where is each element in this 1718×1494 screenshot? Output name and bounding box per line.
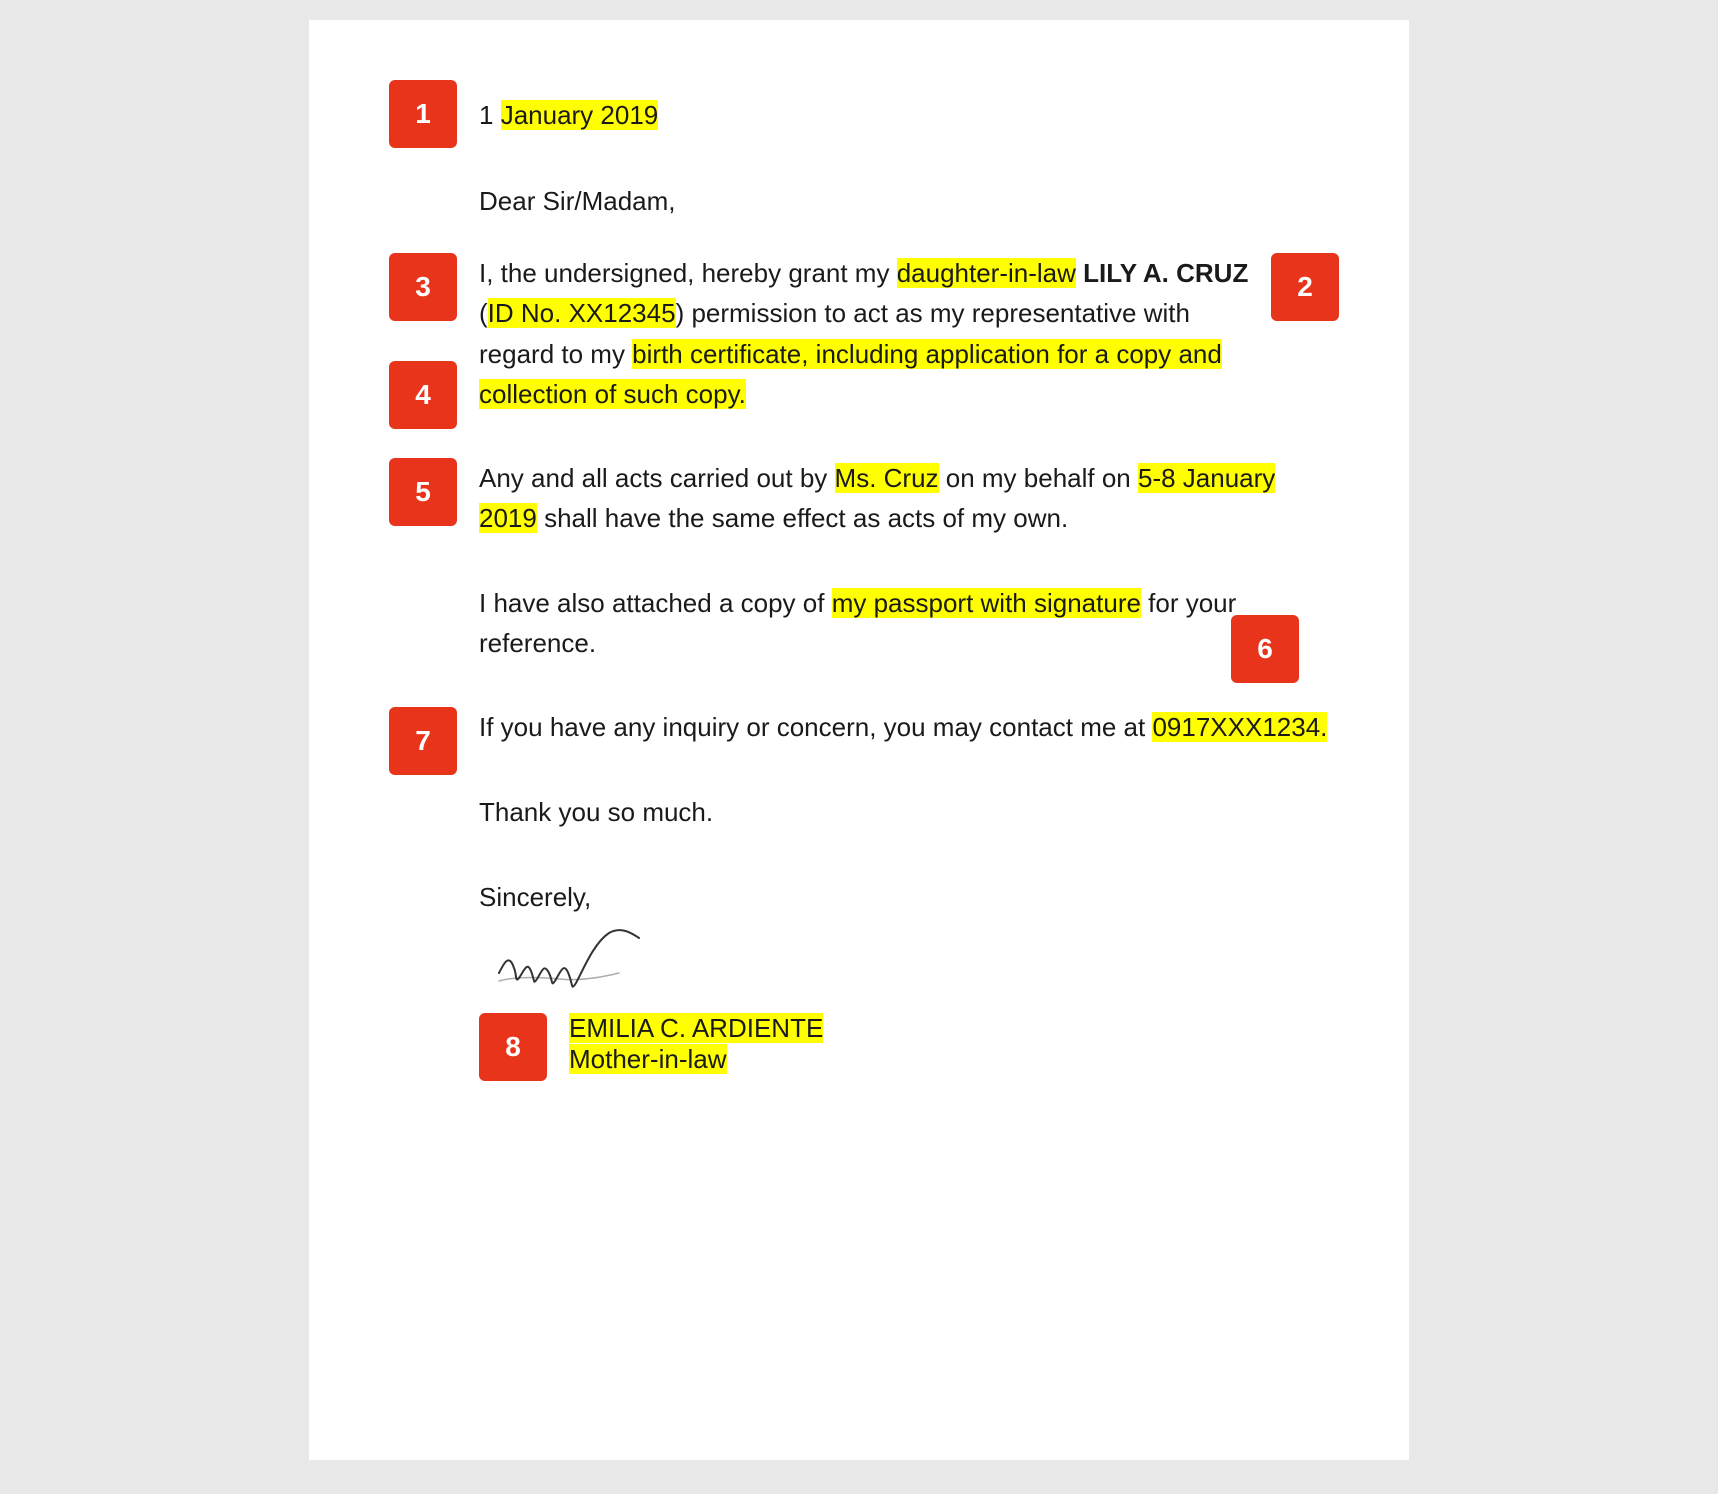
- badge-8: 8: [479, 1013, 547, 1081]
- date-text: 1 January 2019: [479, 100, 658, 131]
- letter-page: 1 1 January 2019 Dear Sir/Madam, 3 2 4 I…: [309, 20, 1409, 1460]
- paragraph3-section: 6 I have also attached a copy of my pass…: [389, 583, 1329, 664]
- representative-name: LILY A. CRUZ: [1083, 258, 1248, 288]
- badge-1: 1: [389, 80, 457, 148]
- highlight-passport: my passport with signature: [832, 588, 1141, 618]
- highlight-relationship: daughter-in-law: [897, 258, 1076, 288]
- badge-4: 4: [389, 361, 457, 429]
- badge-2: 2: [1271, 253, 1339, 321]
- highlight-purpose: birth certificate, including application…: [479, 339, 1222, 409]
- greeting-text: Dear Sir/Madam,: [479, 186, 1329, 217]
- badge-7: 7: [389, 707, 457, 775]
- badge-6: 6: [1231, 615, 1299, 683]
- signer-name: EMILIA C. ARDIENTE: [569, 1013, 823, 1044]
- paragraph2-text: Any and all acts carried out by Ms. Cruz…: [389, 458, 1329, 539]
- paragraph1-text: I, the undersigned, hereby grant my daug…: [389, 253, 1329, 414]
- highlight-ms-cruz: Ms. Cruz: [835, 463, 939, 493]
- closing-text: Thank you so much.: [389, 792, 1329, 832]
- badge-3: 3: [389, 253, 457, 321]
- signer-title: Mother-in-law: [569, 1044, 823, 1075]
- badge-5: 5: [389, 458, 457, 526]
- signer-name-text: EMILIA C. ARDIENTE: [569, 1013, 823, 1043]
- signer-info: EMILIA C. ARDIENTE Mother-in-law: [569, 1013, 823, 1075]
- sincerely-text: Sincerely,: [479, 882, 1329, 913]
- signer-title-text: Mother-in-law: [569, 1044, 727, 1074]
- signer-section: 8 EMILIA C. ARDIENTE Mother-in-law: [479, 1013, 1329, 1081]
- paragraph4-text: If you have any inquiry or concern, you …: [389, 707, 1329, 747]
- paragraph2-section: 5 Any and all acts carried out by Ms. Cr…: [389, 458, 1329, 539]
- paragraph4-section: 7 If you have any inquiry or concern, yo…: [389, 707, 1329, 747]
- signature-section: Sincerely, 8 EMILIA C. ARDIENTE Mother-i…: [479, 882, 1329, 1081]
- signature-image: [479, 913, 699, 1003]
- highlight-contact: 0917XXX1234.: [1152, 712, 1327, 742]
- date-section: 1 1 January 2019: [389, 80, 1329, 150]
- highlight-id: ID No. XX12345: [488, 298, 676, 328]
- date-highlight: January 2019: [501, 100, 659, 130]
- paragraph1-section: 3 2 4 I, the undersigned, hereby grant m…: [389, 253, 1329, 414]
- paragraph3-text: I have also attached a copy of my passpo…: [389, 583, 1329, 664]
